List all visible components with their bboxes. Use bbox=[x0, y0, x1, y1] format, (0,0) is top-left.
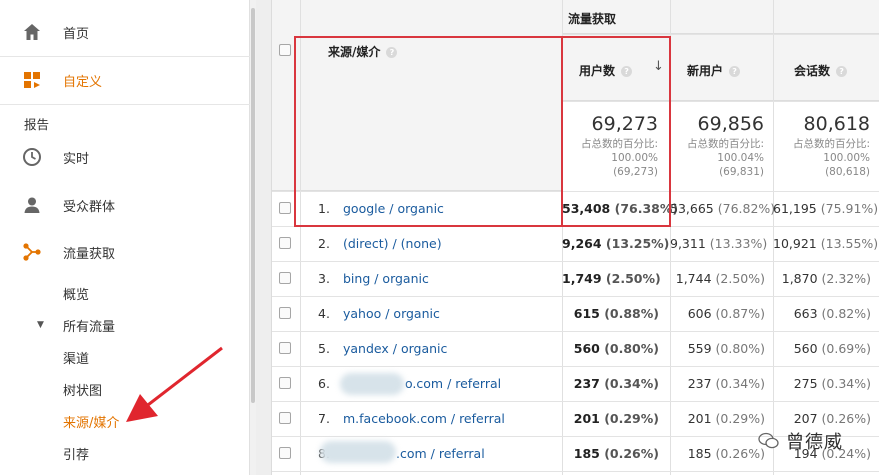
cell-new-users: 237 (0.34%) bbox=[687, 376, 765, 391]
nav-overview[interactable]: 概览 bbox=[63, 284, 89, 303]
row-number: 6. bbox=[318, 376, 330, 391]
nav-customize-label: 自定义 bbox=[63, 74, 103, 90]
source-medium-link[interactable]: yahoo / organic bbox=[343, 306, 440, 321]
source-medium-link[interactable]: yandex / organic bbox=[343, 341, 447, 356]
cell-users: 1,749 (2.50%) bbox=[562, 271, 661, 286]
highlight-box bbox=[294, 36, 671, 227]
total-sessions: 80,618 bbox=[803, 113, 870, 135]
divider bbox=[0, 104, 250, 105]
row-checkbox[interactable] bbox=[279, 447, 291, 459]
cell-new-users: 1,744 (2.50%) bbox=[675, 271, 765, 286]
cell-users: 237 (0.34%) bbox=[573, 376, 659, 391]
cell-new-users: 185 (0.26%) bbox=[687, 446, 765, 461]
total-sessions-pct: 占总数的百分比: 100.00% (80,618) bbox=[792, 138, 870, 178]
nav-home-label: 首页 bbox=[63, 26, 90, 42]
cell-users: 615 (0.88%) bbox=[573, 306, 659, 321]
cell-new-users: 53,665 (76.82%) bbox=[670, 201, 776, 216]
cell-new-users: 606 (0.87%) bbox=[687, 306, 765, 321]
row-divider bbox=[272, 296, 879, 297]
row-divider bbox=[272, 366, 879, 367]
row-number: 4. bbox=[318, 306, 330, 321]
col-sessions-header[interactable]: 会话数? bbox=[794, 62, 848, 79]
source-medium-link[interactable]: .com / referral bbox=[396, 446, 485, 461]
nav-referrals[interactable]: 引荐 bbox=[63, 444, 89, 463]
row-checkbox[interactable] bbox=[279, 412, 291, 424]
nav-acquisition[interactable]: 流量获取 bbox=[0, 228, 250, 276]
row-number: 3. bbox=[318, 271, 330, 286]
row-number: 5. bbox=[318, 341, 330, 356]
redacted-text bbox=[340, 373, 404, 395]
watermark: 曾德威 bbox=[758, 428, 870, 454]
scrollbar-thumb[interactable] bbox=[251, 8, 255, 403]
nav-customize[interactable]: 自定义 bbox=[0, 56, 250, 104]
clock-icon bbox=[23, 148, 41, 166]
help-icon[interactable]: ? bbox=[836, 66, 848, 77]
cell-sessions: 275 (0.34%) bbox=[793, 376, 871, 391]
dashboard-icon bbox=[24, 72, 40, 88]
row-number: 2. bbox=[318, 236, 330, 251]
cell-sessions: 1,870 (2.32%) bbox=[781, 271, 871, 286]
highlight-divider bbox=[561, 36, 563, 227]
row-checkbox[interactable] bbox=[279, 237, 291, 249]
col-new-users-header[interactable]: 新用户? bbox=[687, 62, 741, 79]
source-medium-link[interactable]: o.com / referral bbox=[405, 376, 501, 391]
red-arrow-icon bbox=[126, 346, 223, 422]
cell-new-users: 9,311 (13.33%) bbox=[670, 236, 768, 251]
source-medium-link[interactable]: bing / organic bbox=[343, 271, 429, 286]
cell-users: 9,264 (13.25%) bbox=[562, 236, 670, 251]
redacted-text bbox=[320, 441, 396, 463]
row-checkbox[interactable] bbox=[279, 307, 291, 319]
caret-down-icon[interactable]: ▼ bbox=[37, 320, 44, 330]
cell-users: 560 (0.80%) bbox=[573, 341, 659, 356]
home-icon bbox=[24, 24, 40, 40]
nav-realtime-label: 实时 bbox=[63, 151, 90, 167]
cell-users: 185 (0.26%) bbox=[573, 446, 659, 461]
cell-sessions: 207 (0.26%) bbox=[793, 411, 871, 426]
nav-acquisition-label: 流量获取 bbox=[63, 246, 116, 262]
nav-home[interactable]: 首页 bbox=[0, 8, 250, 56]
row-checkbox[interactable] bbox=[279, 342, 291, 354]
select-all-checkbox[interactable] bbox=[279, 44, 291, 56]
cell-sessions: 10,921 (13.55%) bbox=[773, 236, 879, 251]
source-medium-link[interactable]: (direct) / (none) bbox=[343, 236, 442, 251]
watermark-text: 曾德威 bbox=[786, 432, 843, 453]
row-divider bbox=[272, 331, 879, 332]
help-icon[interactable]: ? bbox=[729, 66, 741, 77]
nav-treemaps[interactable]: 树状图 bbox=[63, 380, 102, 399]
nav-channels[interactable]: 渠道 bbox=[63, 348, 89, 367]
cell-users: 201 (0.29%) bbox=[573, 411, 659, 426]
wechat-icon bbox=[758, 432, 779, 449]
total-new-users: 69,856 bbox=[697, 113, 764, 135]
group-title: 流量获取 bbox=[568, 12, 617, 26]
source-medium-link[interactable]: m.facebook.com / referral bbox=[343, 411, 505, 426]
cell-new-users: 559 (0.80%) bbox=[687, 341, 765, 356]
section-reports: 报告 bbox=[24, 117, 50, 132]
row-checkbox[interactable] bbox=[279, 202, 291, 214]
cell-new-users: 201 (0.29%) bbox=[687, 411, 765, 426]
cell-sessions: 61,195 (75.91%) bbox=[773, 201, 879, 216]
row-divider bbox=[272, 471, 879, 472]
nav-audience[interactable]: 受众群体 bbox=[0, 181, 250, 229]
nav-source-medium[interactable]: 来源/媒介 bbox=[63, 412, 119, 431]
nav-audience-label: 受众群体 bbox=[63, 199, 116, 215]
cell-sessions: 663 (0.82%) bbox=[793, 306, 871, 321]
total-new-users-pct: 占总数的百分比: 100.04% (69,831) bbox=[686, 138, 764, 178]
row-checkbox[interactable] bbox=[279, 377, 291, 389]
cell-sessions: 560 (0.69%) bbox=[793, 341, 871, 356]
person-icon bbox=[24, 197, 40, 213]
row-divider bbox=[272, 261, 879, 262]
nav-realtime[interactable]: 实时 bbox=[0, 133, 250, 181]
row-checkbox[interactable] bbox=[279, 272, 291, 284]
grid-line bbox=[562, 34, 879, 35]
table-gutter bbox=[256, 0, 272, 475]
row-divider bbox=[272, 401, 879, 402]
nav-all-traffic[interactable]: 所有流量 bbox=[63, 316, 115, 335]
row-number: 7. bbox=[318, 411, 330, 426]
acquisition-icon bbox=[23, 243, 41, 261]
